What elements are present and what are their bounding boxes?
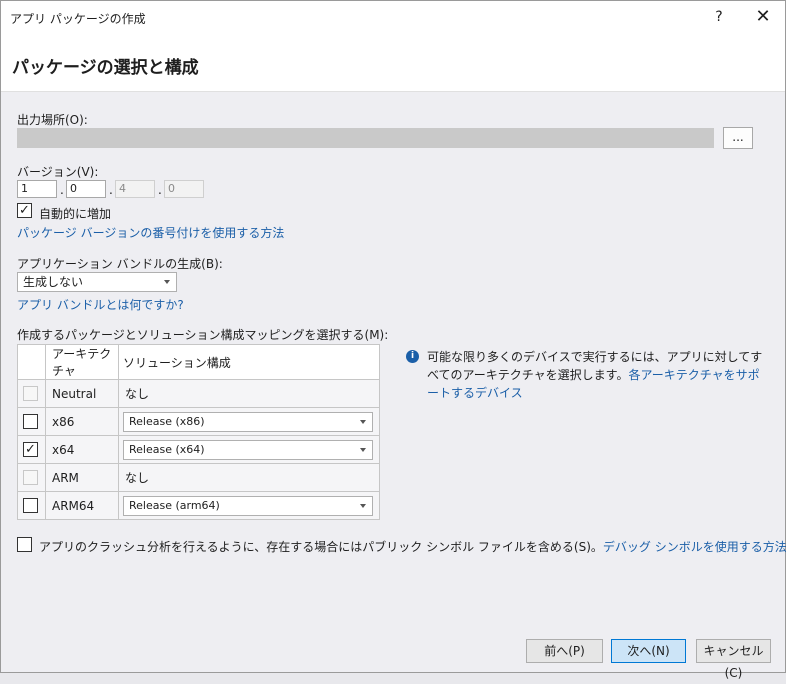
chevron-down-icon: [360, 419, 366, 424]
auto-increment-label: 自動的に増加: [39, 207, 112, 221]
page-title: パッケージの選択と構成: [12, 58, 199, 78]
x86-configuration-select[interactable]: Release (x86): [123, 411, 373, 432]
header-checkbox-cell: [17, 344, 46, 380]
cancel-button[interactable]: キャンセル(C): [696, 639, 771, 680]
help-button[interactable]: ?: [709, 7, 729, 27]
arm64-checkbox[interactable]: [23, 498, 38, 513]
previous-button[interactable]: 前へ(P): [526, 639, 603, 663]
bundle-select[interactable]: 生成しない: [17, 272, 177, 292]
browse-button[interactable]: ...: [723, 127, 753, 149]
configuration-value: Release (arm64): [129, 498, 220, 512]
table-header-row: アーキテクチャ ソリューション構成: [17, 344, 380, 380]
close-button[interactable]: ✕: [751, 5, 775, 29]
chevron-down-icon: [360, 503, 366, 508]
info-panel: i 可能な限り多くのデバイスで実行するには、アプリに対してすべてのアーキテクチャ…: [406, 348, 768, 402]
x64-configuration-select[interactable]: Release (x64): [123, 439, 373, 460]
version-separator: .: [109, 183, 113, 197]
include-symbols-checkbox[interactable]: [17, 537, 32, 552]
version-label: バージョン(V):: [17, 165, 99, 179]
neutral-checkbox: [23, 386, 38, 401]
dialog-window: アプリ パッケージの作成 ? ✕ パッケージの選択と構成 出力場所(O): ..…: [0, 0, 786, 680]
bundle-label: アプリケーション バンドルの生成(B):: [17, 257, 223, 271]
architecture-cell: x64: [45, 435, 119, 464]
chevron-down-icon: [164, 280, 170, 284]
configuration-cell: なし: [118, 463, 380, 492]
architecture-table: アーキテクチャ ソリューション構成 Neutral なし x86 Release…: [17, 344, 380, 520]
table-row: Neutral なし: [17, 379, 380, 408]
title-bar: アプリ パッケージの作成 ? ✕: [1, 1, 785, 33]
table-row: ✓ x64 Release (x64): [17, 435, 380, 464]
architecture-cell: ARM64: [45, 491, 119, 520]
window-title: アプリ パッケージの作成: [10, 12, 146, 26]
arm64-configuration-select[interactable]: Release (arm64): [123, 495, 373, 516]
version-revision-field: 0: [164, 180, 204, 198]
app-bundle-help-link[interactable]: アプリ バンドルとは何ですか?: [17, 296, 184, 313]
table-row: ARM64 Release (arm64): [17, 491, 380, 520]
configuration-value: Release (x64): [129, 442, 205, 456]
version-separator: .: [158, 183, 162, 197]
table-row: x86 Release (x86): [17, 407, 380, 436]
arm-checkbox: [23, 470, 38, 485]
table-row: ARM なし: [17, 463, 380, 492]
column-header-architecture: アーキテクチャ: [45, 344, 119, 380]
include-symbols-label: アプリのクラッシュ分析を行えるように、存在する場合にはパブリック シンボル ファ…: [39, 540, 603, 554]
version-build-field: 4: [115, 180, 155, 198]
content-area: 出力場所(O): ... バージョン(V): 1 . 0 . 4 . 0 ✓ 自…: [1, 92, 786, 628]
output-location-label: 出力場所(O):: [17, 113, 88, 127]
include-symbols-row: アプリのクラッシュ分析を行えるように、存在する場合にはパブリック シンボル ファ…: [39, 538, 786, 555]
column-header-configuration: ソリューション構成: [118, 344, 380, 380]
architecture-cell: x86: [45, 407, 119, 436]
debug-symbols-link[interactable]: デバッグ シンボルを使用する方法: [603, 540, 786, 554]
architecture-cell: Neutral: [45, 379, 119, 408]
page-header: パッケージの選択と構成: [1, 33, 785, 92]
version-major-field[interactable]: 1: [17, 180, 57, 198]
output-location-field[interactable]: [17, 128, 714, 148]
mapping-label: 作成するパッケージとソリューション構成マッピングを選択する(M):: [17, 328, 389, 342]
bundle-selected-value: 生成しない: [23, 275, 84, 289]
auto-increment-checkbox[interactable]: ✓: [17, 203, 32, 218]
x86-checkbox[interactable]: [23, 414, 38, 429]
version-minor-field[interactable]: 0: [66, 180, 106, 198]
info-icon: i: [406, 350, 419, 363]
configuration-value: Release (x86): [129, 414, 205, 428]
footer-bar: 前へ(P) 次へ(N) キャンセル(C): [1, 628, 785, 680]
version-separator: .: [60, 183, 64, 197]
next-button[interactable]: 次へ(N): [611, 639, 686, 663]
chevron-down-icon: [360, 447, 366, 452]
x64-checkbox[interactable]: ✓: [23, 442, 38, 457]
architecture-cell: ARM: [45, 463, 119, 492]
version-numbering-link[interactable]: パッケージ バージョンの番号付けを使用する方法: [17, 224, 284, 241]
configuration-cell: なし: [118, 379, 380, 408]
info-text-block: 可能な限り多くのデバイスで実行するには、アプリに対してすべてのアーキテクチャを選…: [406, 348, 768, 402]
